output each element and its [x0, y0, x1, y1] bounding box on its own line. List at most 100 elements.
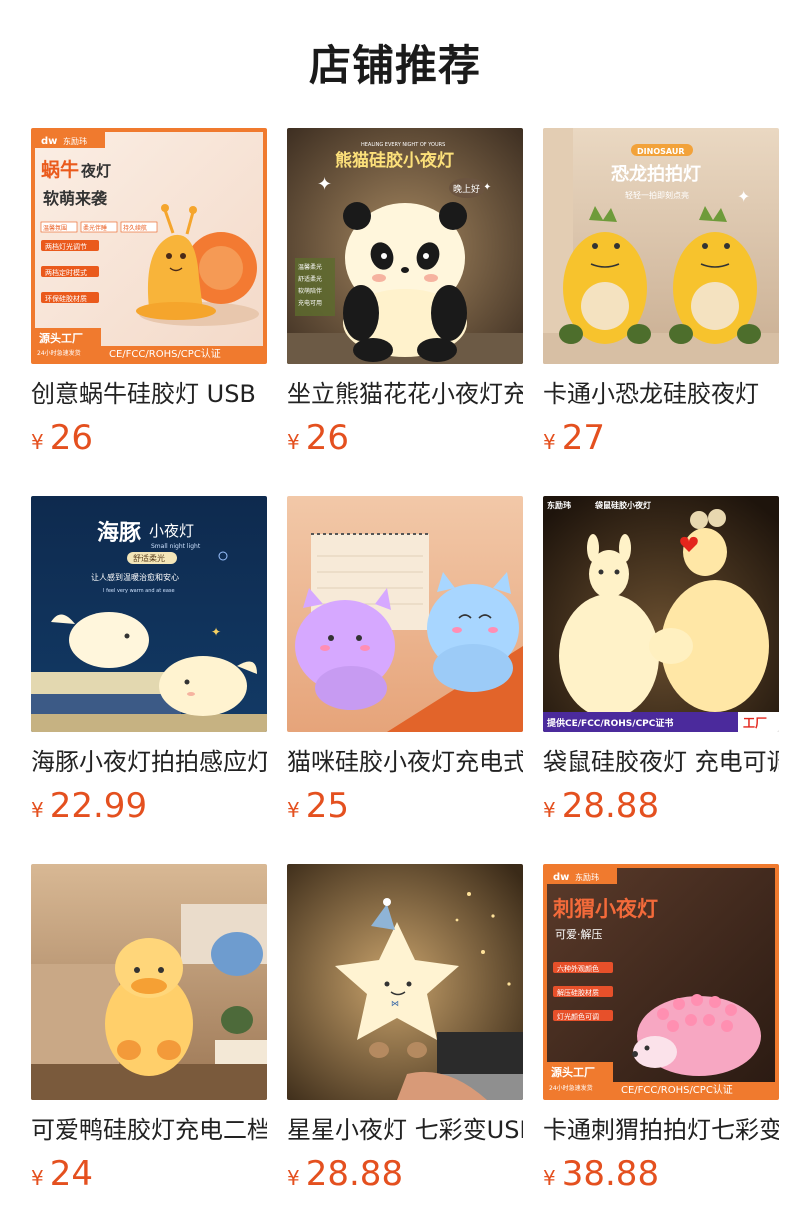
- product-card[interactable]: dw 东励玮 蜗牛 夜灯 软萌来袭 温馨氛围 柔光伴睡 持久续航 两档灯光调节 …: [31, 128, 267, 466]
- currency-symbol: ¥: [287, 798, 300, 822]
- product-name[interactable]: 星星小夜灯 七彩变USB: [287, 1114, 523, 1146]
- product-price: ¥26: [287, 416, 523, 466]
- svg-text:源头工厂: 源头工厂: [551, 1065, 595, 1079]
- snail-lamp-image[interactable]: dw 东励玮 蜗牛 夜灯 软萌来袭 温馨氛围 柔光伴睡 持久续航 两档灯光调节 …: [31, 128, 267, 364]
- product-price: ¥24: [31, 1152, 267, 1202]
- svg-text:恐龙拍拍灯: 恐龙拍拍灯: [611, 163, 701, 185]
- product-name[interactable]: 袋鼠硅胶夜灯 充电可调: [543, 746, 779, 778]
- product-card[interactable]: DINOSAUR 恐龙拍拍灯 轻轻一拍即刻点亮 ✦ 卡通小恐龙硅胶夜灯 ¥ 27: [543, 128, 779, 466]
- svg-text:⋈: ⋈: [391, 999, 399, 1008]
- star-lamp-image[interactable]: ⋈: [287, 864, 523, 1100]
- dolphin-lamp-image[interactable]: 海豚 小夜灯 Small night light 舒适柔光 让人感到温暖治愈和安…: [31, 496, 267, 732]
- svg-text:东励玮: 东励玮: [547, 500, 571, 510]
- svg-text:海豚: 海豚: [97, 520, 141, 546]
- svg-text:夜灯: 夜灯: [80, 162, 111, 180]
- product-card[interactable]: 猫咪硅胶小夜灯充电式 ¥25: [287, 496, 523, 834]
- svg-text:✦: ✦: [211, 625, 221, 639]
- svg-text:舒适柔光: 舒适柔光: [133, 553, 165, 563]
- svg-text:东励玮: 东励玮: [63, 136, 87, 146]
- svg-text:温馨柔光: 温馨柔光: [298, 263, 322, 271]
- product-price: ¥22.99: [31, 784, 267, 834]
- svg-text:Small night light: Small night light: [151, 543, 201, 550]
- svg-text:熊猫硅胶小夜灯: 熊猫硅胶小夜灯: [335, 150, 454, 171]
- svg-text:工厂: 工厂: [743, 716, 767, 730]
- product-name[interactable]: 卡通小恐龙硅胶夜灯: [543, 378, 779, 410]
- product-card[interactable]: 海豚 小夜灯 Small night light 舒适柔光 让人感到温暖治愈和安…: [31, 496, 267, 834]
- svg-text:两档定时模式: 两档定时模式: [45, 268, 87, 277]
- product-card[interactable]: 东励玮 袋鼠硅胶小夜灯 提供CE/FCC/ROHS/CPC证书 工厂 袋鼠硅胶夜…: [543, 496, 779, 834]
- price-value: 28.88: [305, 1154, 404, 1194]
- svg-text:柔光伴睡: 柔光伴睡: [83, 224, 107, 232]
- svg-text:CE/FCC/ROHS/CPC认证: CE/FCC/ROHS/CPC认证: [109, 347, 221, 360]
- svg-text:软萌陪伴: 软萌陪伴: [298, 287, 322, 295]
- svg-text:24小时急速发货: 24小时急速发货: [549, 1084, 593, 1092]
- product-name[interactable]: 海豚小夜灯拍拍感应灯: [31, 746, 267, 778]
- product-card[interactable]: ⋈ 星星小夜灯 七彩变USB ¥28.88: [287, 864, 523, 1202]
- svg-text:dw: dw: [41, 136, 57, 147]
- product-name[interactable]: 坐立熊猫花花小夜灯充电: [287, 378, 523, 410]
- svg-text:DINOSAUR: DINOSAUR: [637, 147, 684, 156]
- svg-text:24小时急速发货: 24小时急速发货: [37, 349, 81, 357]
- currency-symbol: ¥: [543, 430, 556, 454]
- svg-text:灯光颜色可调: 灯光颜色可调: [557, 1012, 599, 1021]
- price-value: 25: [305, 786, 349, 826]
- product-price: ¥28.88: [287, 1152, 523, 1202]
- svg-text:提供CE/FCC/ROHS/CPC证书: 提供CE/FCC/ROHS/CPC证书: [547, 717, 673, 729]
- price-value: 27: [561, 418, 605, 458]
- svg-text:晚上好: 晚上好: [453, 183, 480, 195]
- svg-text:东励玮: 东励玮: [575, 872, 599, 882]
- price-value: 38.88: [561, 1154, 660, 1194]
- svg-text:蜗牛: 蜗牛: [41, 158, 79, 181]
- svg-text:袋鼠硅胶小夜灯: 袋鼠硅胶小夜灯: [594, 500, 651, 510]
- svg-text:轻轻一拍即刻点亮: 轻轻一拍即刻点亮: [625, 190, 689, 200]
- product-name[interactable]: 卡通刺猬拍拍灯七彩变色: [543, 1114, 779, 1146]
- currency-symbol: ¥: [31, 1166, 44, 1190]
- product-price: ¥28.88: [543, 784, 779, 834]
- svg-text:小夜灯: 小夜灯: [149, 522, 194, 540]
- price-value: 28.88: [561, 786, 660, 826]
- product-card[interactable]: HEALING EVERY NIGHT OF YOURS 熊猫硅胶小夜灯 ✦ ✦…: [287, 128, 523, 466]
- cat-lamp-image[interactable]: [287, 496, 523, 732]
- product-price: ¥25: [287, 784, 523, 834]
- currency-symbol: ¥: [543, 798, 556, 822]
- product-price: ¥26: [31, 416, 267, 466]
- product-name[interactable]: 创意蜗牛硅胶灯 USB: [31, 378, 267, 410]
- svg-text:舒适柔光: 舒适柔光: [298, 275, 322, 283]
- svg-text:充电可用: 充电可用: [298, 299, 322, 307]
- kangaroo-lamp-image[interactable]: 东励玮 袋鼠硅胶小夜灯 提供CE/FCC/ROHS/CPC证书 工厂: [543, 496, 779, 732]
- svg-text:解压硅胶材质: 解压硅胶材质: [557, 988, 599, 997]
- product-name[interactable]: 猫咪硅胶小夜灯充电式: [287, 746, 523, 778]
- svg-text:✦: ✦: [737, 187, 750, 206]
- currency-symbol: ¥: [31, 798, 44, 822]
- svg-text:I feel very warm and at ease: I feel very warm and at ease: [103, 588, 175, 594]
- price-value: 22.99: [49, 786, 148, 826]
- currency-symbol: ¥: [543, 1166, 556, 1190]
- product-name[interactable]: 可爱鸭硅胶灯充电二档: [31, 1114, 267, 1146]
- duck-lamp-image[interactable]: [31, 864, 267, 1100]
- price-value: 24: [49, 1154, 93, 1194]
- page-title: 店铺推荐: [308, 41, 481, 90]
- svg-text:软萌来袭: 软萌来袭: [43, 189, 108, 208]
- svg-text:环保硅胶材质: 环保硅胶材质: [45, 294, 87, 303]
- product-card[interactable]: 可爱鸭硅胶灯充电二档 ¥24: [31, 864, 267, 1202]
- svg-text:源头工厂: 源头工厂: [39, 331, 83, 345]
- svg-text:六种外观颜色: 六种外观颜色: [557, 964, 599, 973]
- product-price: ¥27: [543, 416, 779, 466]
- currency-symbol: ¥: [287, 430, 300, 454]
- currency-symbol: ¥: [287, 1166, 300, 1190]
- store-recommendations-page: 店铺推荐 dw 东励玮 蜗牛 夜灯 软萌来袭 温馨氛围 柔光伴睡 持久续航 两档…: [0, 0, 790, 1232]
- panda-lamp-image[interactable]: HEALING EVERY NIGHT OF YOURS 熊猫硅胶小夜灯 ✦ ✦…: [287, 128, 523, 364]
- svg-text:HEALING EVERY NIGHT OF YOURS: HEALING EVERY NIGHT OF YOURS: [361, 142, 445, 148]
- svg-text:让人感到温暖治愈和安心: 让人感到温暖治愈和安心: [91, 572, 179, 582]
- svg-text:CE/FCC/ROHS/CPC认证: CE/FCC/ROHS/CPC认证: [621, 1083, 733, 1096]
- svg-text:持久续航: 持久续航: [123, 224, 147, 232]
- hedgehog-lamp-image[interactable]: dw 东励玮 刺猬小夜灯 可爱·解压 六种外观颜色 解压硅胶材质 灯光颜色可调: [543, 864, 779, 1100]
- product-card[interactable]: dw 东励玮 刺猬小夜灯 可爱·解压 六种外观颜色 解压硅胶材质 灯光颜色可调: [543, 864, 779, 1202]
- price-value: 26: [49, 418, 93, 458]
- currency-symbol: ¥: [31, 430, 44, 454]
- svg-text:刺猬小夜灯: 刺猬小夜灯: [553, 897, 658, 921]
- dinosaur-lamp-image[interactable]: DINOSAUR 恐龙拍拍灯 轻轻一拍即刻点亮 ✦: [543, 128, 779, 364]
- svg-text:可爱·解压: 可爱·解压: [555, 927, 603, 941]
- svg-text:温馨氛围: 温馨氛围: [43, 224, 67, 232]
- svg-text:dw: dw: [553, 872, 569, 883]
